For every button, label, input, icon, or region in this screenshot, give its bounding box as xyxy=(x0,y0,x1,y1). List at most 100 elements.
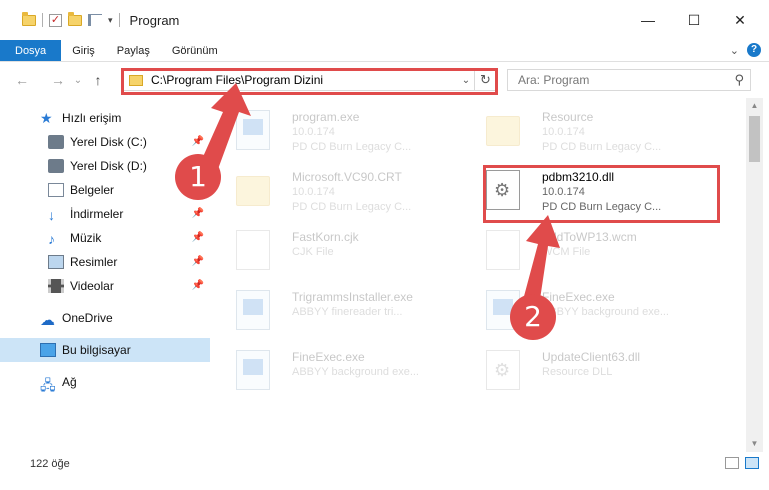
sidebar-item-pictures[interactable]: Resimler 📌 xyxy=(0,250,210,274)
sidebar-item-label: Yerel Disk (D:) xyxy=(70,159,147,173)
file-item-pdbm3210-dll[interactable]: ⚙ pdbm3210.dll 10.0.174 PD CD Burn Legac… xyxy=(466,160,711,218)
file-description: PD CD Burn Legacy C... xyxy=(542,141,662,153)
window-title: Program xyxy=(129,12,180,28)
file-item[interactable]: AddToWP13.wcm WCM File xyxy=(466,220,711,278)
quick-access-dropdown-icon[interactable]: ▾ xyxy=(108,15,113,26)
file-description: PD CD Burn Legacy C... xyxy=(292,141,412,153)
file-description: PD CD Burn Legacy C... xyxy=(542,201,662,213)
file-version: 10.0.174 xyxy=(542,126,585,138)
scroll-down-button[interactable]: ▼ xyxy=(746,436,763,452)
documents-icon xyxy=(48,183,64,197)
recent-locations-button[interactable]: ⌄ xyxy=(68,75,88,86)
sidebar-item-videos[interactable]: Videolar 📌 xyxy=(0,274,210,298)
properties-check-icon[interactable]: ✓ xyxy=(49,13,62,27)
search-icon[interactable]: ⚲ xyxy=(734,72,744,88)
dll-file-icon: ⚙ xyxy=(486,170,520,210)
forward-button[interactable]: → xyxy=(48,72,68,88)
file-item[interactable]: program.exe 10.0.174 PD CD Burn Legacy C… xyxy=(216,100,461,158)
file-version: 10.0.174 xyxy=(542,186,585,198)
sidebar-item-local-disk-c[interactable]: Yerel Disk (C:) 📌 xyxy=(0,130,210,154)
file-icon xyxy=(486,230,520,270)
file-version: 10.0.174 xyxy=(292,186,335,198)
up-button[interactable]: ↑ xyxy=(88,72,108,88)
file-description: ABBYY finereader tri... xyxy=(292,306,403,318)
sidebar-item-network[interactable]: 🖧 Ağ xyxy=(0,370,210,394)
dll-file-icon: ⚙ xyxy=(486,350,520,390)
scroll-thumb[interactable] xyxy=(749,116,760,162)
file-name: Resource xyxy=(542,110,594,124)
pin-icon[interactable]: 📌 xyxy=(192,280,204,291)
address-bar[interactable]: C:\Program Files\Program Dizini ⌄ ↻ xyxy=(122,69,497,91)
sidebar-item-onedrive[interactable]: ☁ OneDrive xyxy=(0,306,210,330)
pin-icon[interactable]: 📌 xyxy=(192,232,204,243)
back-button[interactable]: ← xyxy=(12,72,32,88)
maximize-button[interactable]: ☐ xyxy=(671,0,717,40)
star-icon: ★ xyxy=(40,110,53,126)
file-type: CJK File xyxy=(292,246,334,258)
sidebar-item-label: Müzik xyxy=(70,231,102,245)
file-item[interactable]: FineExec.exe ABBYY background exe... xyxy=(466,280,711,338)
file-item[interactable]: FineExec.exe ABBYY background exe... xyxy=(216,340,461,398)
tiles-view-icon[interactable] xyxy=(745,457,759,469)
file-type: WCM File xyxy=(542,246,591,258)
file-icon xyxy=(236,230,270,270)
details-view-icon[interactable] xyxy=(725,457,739,469)
vertical-scrollbar[interactable]: ▲ ▼ xyxy=(746,98,763,452)
file-description: ABBYY background exe... xyxy=(292,366,419,378)
drive-icon xyxy=(48,159,64,173)
refresh-button[interactable]: ↻ xyxy=(474,70,496,90)
sidebar-item-downloads[interactable]: ↓ İndirmeler 📌 xyxy=(0,202,210,226)
folder-item[interactable]: Microsoft.VC90.CRT 10.0.174 PD CD Burn L… xyxy=(216,160,461,218)
file-version: 10.0.174 xyxy=(292,126,335,138)
sidebar-item-music[interactable]: ♪ Müzik 📌 xyxy=(0,226,210,250)
file-item[interactable]: ⚙ UpdateClient63.dll Resource DLL xyxy=(466,340,711,398)
sidebar-item-label: Bu bilgisayar xyxy=(62,343,131,357)
network-icon: 🖧 xyxy=(40,377,56,393)
minimize-button[interactable]: — xyxy=(625,0,671,40)
quick-access-toolbar: ✓ ▾ xyxy=(0,0,120,40)
file-item[interactable]: FastKorn.cjk CJK File xyxy=(216,220,461,278)
folder-item[interactable]: Resource 10.0.174 PD CD Burn Legacy C... xyxy=(466,100,711,158)
sidebar-item-label: Resimler xyxy=(70,255,118,269)
pin-icon[interactable]: 📌 xyxy=(192,256,204,267)
status-bar: 122 öğe xyxy=(0,452,769,476)
tab-file[interactable]: Dosya xyxy=(0,40,62,61)
file-name: Microsoft.VC90.CRT xyxy=(292,170,402,184)
help-icon[interactable]: ? xyxy=(747,43,761,57)
tab-home[interactable]: Giriş xyxy=(61,40,106,61)
gear-icon: ⚙ xyxy=(494,180,511,200)
pin-icon[interactable]: 📌 xyxy=(192,136,204,147)
address-path[interactable]: C:\Program Files\Program Dizini xyxy=(151,73,458,87)
ribbon-expand-icon[interactable]: ⌄ xyxy=(730,44,739,57)
folder-icon xyxy=(22,11,36,26)
file-name: FastKorn.cjk xyxy=(292,230,359,244)
sidebar-item-this-pc[interactable]: Bu bilgisayar xyxy=(0,338,210,362)
file-name: UpdateClient63.dll xyxy=(542,350,641,364)
search-input[interactable]: Ara: Program xyxy=(518,73,589,87)
folder-icon xyxy=(129,74,143,86)
file-item[interactable]: TrigrammsInstaller.exe ABBYY finereader … xyxy=(216,280,461,338)
address-dropdown-icon[interactable]: ⌄ xyxy=(458,75,474,86)
file-name: FineExec.exe xyxy=(542,290,615,304)
music-icon: ♪ xyxy=(48,231,55,247)
scroll-up-button[interactable]: ▲ xyxy=(746,98,763,114)
sidebar-item-quick-access[interactable]: ★ Hızlı erişim xyxy=(0,106,210,130)
customize-icon[interactable] xyxy=(88,14,102,26)
sidebar-item-label: Yerel Disk (C:) xyxy=(70,135,147,149)
search-box[interactable]: Ara: Program ⚲ xyxy=(507,69,751,91)
pin-icon[interactable]: 📌 xyxy=(192,208,204,219)
application-icon xyxy=(236,110,270,150)
sidebar-item-label: OneDrive xyxy=(62,311,113,325)
file-name: pdbm3210.dll xyxy=(542,170,615,184)
item-count: 122 öğe xyxy=(30,458,70,470)
sidebar-item-label: Belgeler xyxy=(70,183,115,197)
step-badge-2: 2 xyxy=(510,294,556,340)
tab-share[interactable]: Paylaş xyxy=(106,40,161,61)
this-pc-icon xyxy=(40,343,56,357)
file-name: AddToWP13.wcm xyxy=(542,230,637,244)
close-button[interactable]: ✕ xyxy=(717,0,763,40)
tab-view[interactable]: Görünüm xyxy=(161,40,229,61)
application-icon xyxy=(236,290,270,330)
new-folder-icon[interactable] xyxy=(68,11,82,26)
application-icon xyxy=(236,350,270,390)
